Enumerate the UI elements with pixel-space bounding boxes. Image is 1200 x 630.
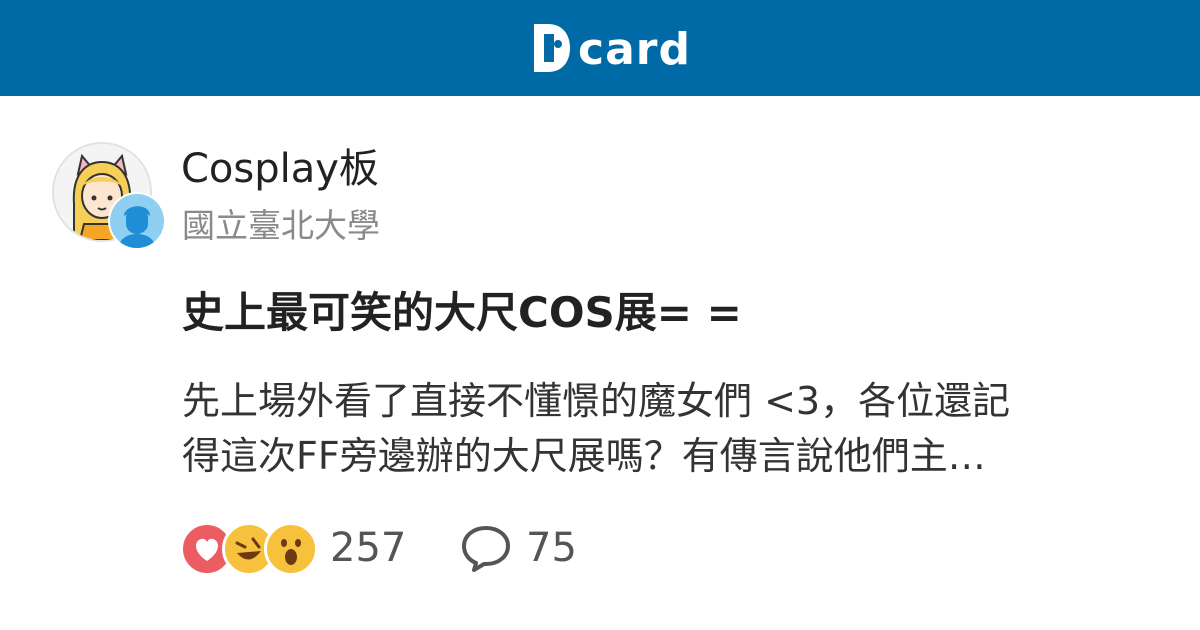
comment-count: 75 [526, 525, 577, 571]
post-stats: 257 75 [180, 520, 780, 576]
dcard-logo[interactable]: card [530, 18, 691, 78]
reaction-icons[interactable] [180, 522, 318, 576]
post-title[interactable]: 史上最可笑的大尺COS展= = [182, 283, 742, 343]
excerpt-line: 先上場外看了直接不懂憬的魔女們 <3，各位還記 [182, 379, 1011, 423]
dcard-logo-icon [534, 24, 570, 72]
logo-text: card [578, 24, 691, 75]
author-school: 國立臺北大學 [182, 206, 380, 245]
author-badge [108, 192, 166, 250]
author-avatar[interactable] [52, 142, 170, 252]
wow-icon [264, 522, 318, 576]
anonymous-male-avatar-icon [110, 194, 164, 248]
excerpt-line: 得這次FF旁邊辦的大尺展嗎？有傳言說他們主… [182, 434, 986, 478]
speech-bubble-icon[interactable] [460, 523, 512, 573]
like-count: 257 [330, 525, 407, 571]
top-bar: card [0, 0, 1200, 96]
post-excerpt[interactable]: 先上場外看了直接不懂憬的魔女們 <3，各位還記 得這次FF旁邊辦的大尺展嗎？有傳… [182, 374, 1142, 484]
forum-name[interactable]: Cosplay板 [181, 143, 379, 195]
